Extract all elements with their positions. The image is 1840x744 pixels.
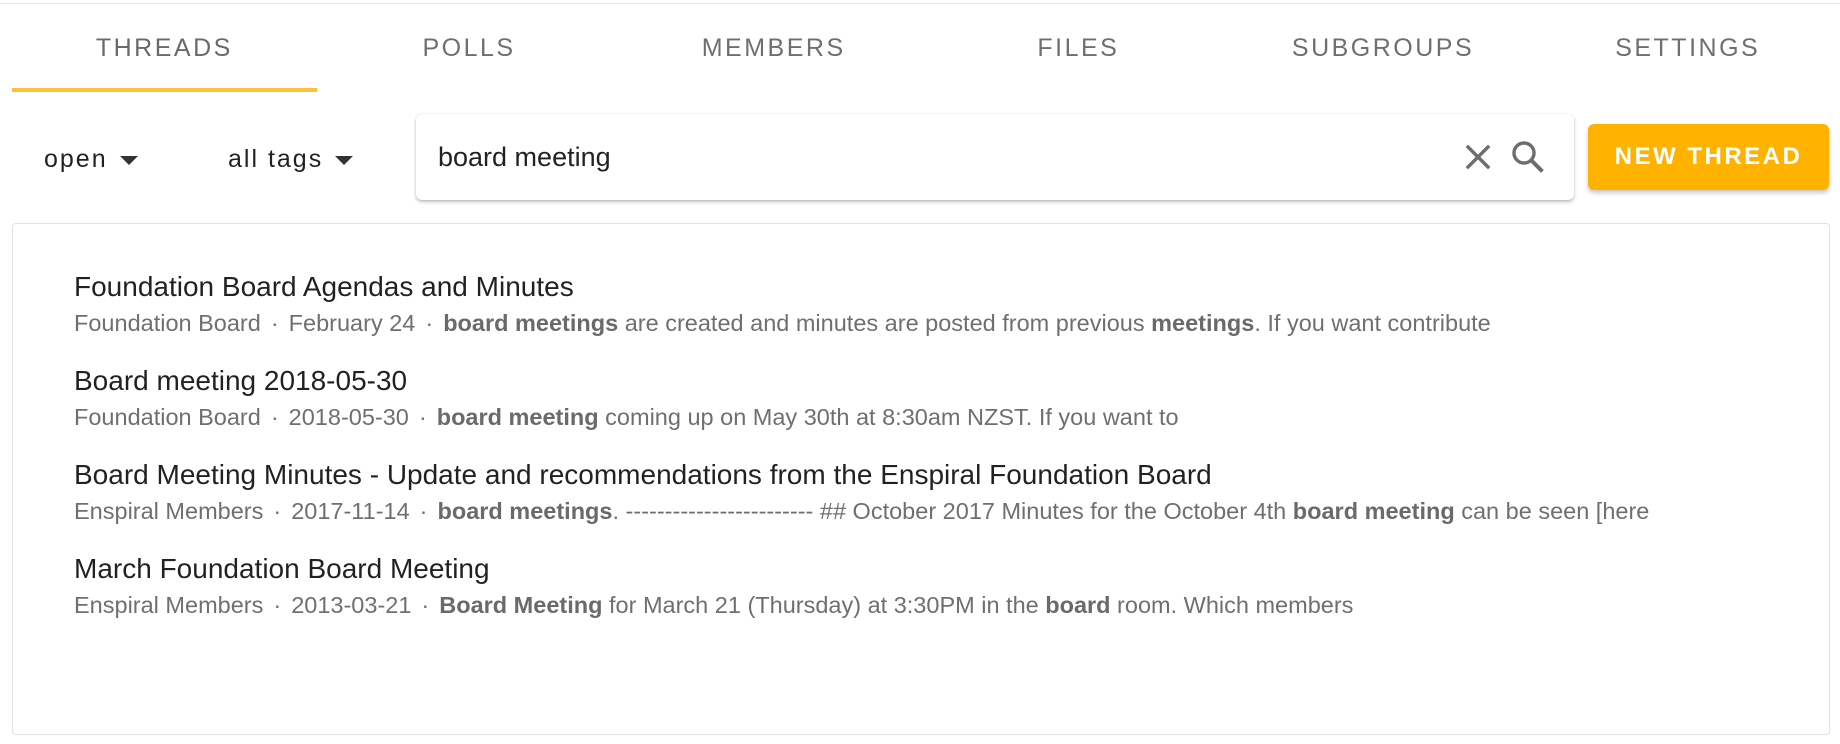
snippet-match: board: [1045, 592, 1111, 618]
list-item[interactable]: Board meeting 2018-05-30 Foundation Boar…: [74, 364, 1814, 432]
search-input[interactable]: [438, 114, 1438, 200]
group-name: Enspiral Members: [74, 592, 264, 618]
thread-toolbar: open all tags NEW THREAD: [0, 112, 1840, 204]
status-filter-value: open: [44, 144, 108, 173]
caret-down-icon: [335, 155, 354, 165]
separator-dot: ·: [273, 592, 282, 618]
thread-snippet: board meetings are created and minutes a…: [443, 310, 1491, 336]
thread-title: March Foundation Board Meeting: [74, 553, 490, 584]
separator-dot: ·: [421, 592, 430, 618]
snippet-match: Board Meeting: [439, 592, 603, 618]
tags-filter-dropdown[interactable]: all tags: [228, 140, 354, 178]
caret-down-icon: [119, 155, 138, 165]
snippet-match: board meeting: [436, 404, 599, 430]
thread-meta: Enspiral Members · 2017-11-14 · board meetin…: [74, 496, 1814, 526]
snippet-text: for March 21 (Thursday) at 3:30PM in the: [602, 592, 1046, 618]
tab-settings[interactable]: SETTINGS: [1535, 4, 1840, 92]
thread-date: February 24: [288, 310, 416, 336]
snippet-match: board meeting: [1292, 498, 1455, 524]
separator-dot: ·: [270, 404, 279, 430]
group-name: Foundation Board: [74, 404, 261, 430]
thread-date: 2018-05-30: [288, 404, 409, 430]
thread-snippet: board meetings. ------------------------…: [438, 498, 1650, 524]
thread-date: 2017-11-14: [291, 498, 410, 524]
snippet-text: . If you want contribute: [1254, 310, 1491, 336]
list-item[interactable]: Board Meeting Minutes - Update and recom…: [74, 458, 1814, 526]
snippet-text: coming up on May 30th at 8:30am NZST. If…: [598, 404, 1179, 430]
separator-dot: ·: [425, 310, 434, 336]
thread-snippet: Board Meeting for March 21 (Thursday) at…: [439, 592, 1353, 618]
tab-members[interactable]: MEMBERS: [621, 4, 926, 92]
tab-threads[interactable]: THREADS: [12, 4, 317, 92]
new-thread-button[interactable]: NEW THREAD: [1588, 124, 1829, 190]
thread-title: Board Meeting Minutes - Update and recom…: [74, 459, 1212, 490]
thread-title: Board meeting 2018-05-30: [74, 365, 408, 396]
thread-snippet: board meeting coming up on May 30th at 8…: [437, 404, 1179, 430]
status-filter-dropdown[interactable]: open: [44, 140, 138, 178]
thread-meta: Foundation Board · 2018-05-30 · board meetin…: [74, 402, 1814, 432]
group-name: Foundation Board: [74, 310, 261, 336]
snippet-text: room. Which members: [1110, 592, 1354, 618]
group-name: Enspiral Members: [74, 498, 264, 524]
list-item[interactable]: March Foundation Board Meeting Enspiral …: [74, 552, 1814, 620]
snippet-match: meetings: [1151, 310, 1255, 336]
separator-dot: ·: [418, 404, 427, 430]
thread-date: 2013-03-21: [291, 592, 412, 618]
search-icon[interactable]: [1506, 135, 1550, 179]
tab-subgroups[interactable]: SUBGROUPS: [1231, 4, 1536, 92]
search-box: [416, 114, 1574, 200]
tab-polls[interactable]: POLLS: [317, 4, 622, 92]
thread-title: Foundation Board Agendas and Minutes: [74, 271, 574, 302]
separator-dot: ·: [419, 498, 428, 524]
thread-meta: Foundation Board · February 24 · board meeti…: [74, 308, 1814, 338]
thread-meta: Enspiral Members · 2013-03-21 · Board Meetin…: [74, 590, 1814, 620]
close-icon[interactable]: [1456, 135, 1500, 179]
group-tabs: THREADS POLLS MEMBERS FILES SUBGROUPS SE…: [12, 4, 1840, 92]
snippet-text: are created and minutes are posted from …: [618, 310, 1152, 336]
tab-files[interactable]: FILES: [926, 4, 1231, 92]
snippet-match: board meetings: [443, 310, 619, 336]
search-results-list: Foundation Board Agendas and Minutes Fou…: [12, 223, 1830, 735]
snippet-text: . ------------------------ ## October 20…: [612, 498, 1293, 524]
separator-dot: ·: [270, 310, 279, 336]
snippet-match: board meetings: [437, 498, 613, 524]
separator-dot: ·: [273, 498, 282, 524]
list-item[interactable]: Foundation Board Agendas and Minutes Fou…: [74, 270, 1814, 338]
tags-filter-value: all tags: [228, 144, 324, 173]
snippet-text: can be seen [here: [1454, 498, 1650, 524]
